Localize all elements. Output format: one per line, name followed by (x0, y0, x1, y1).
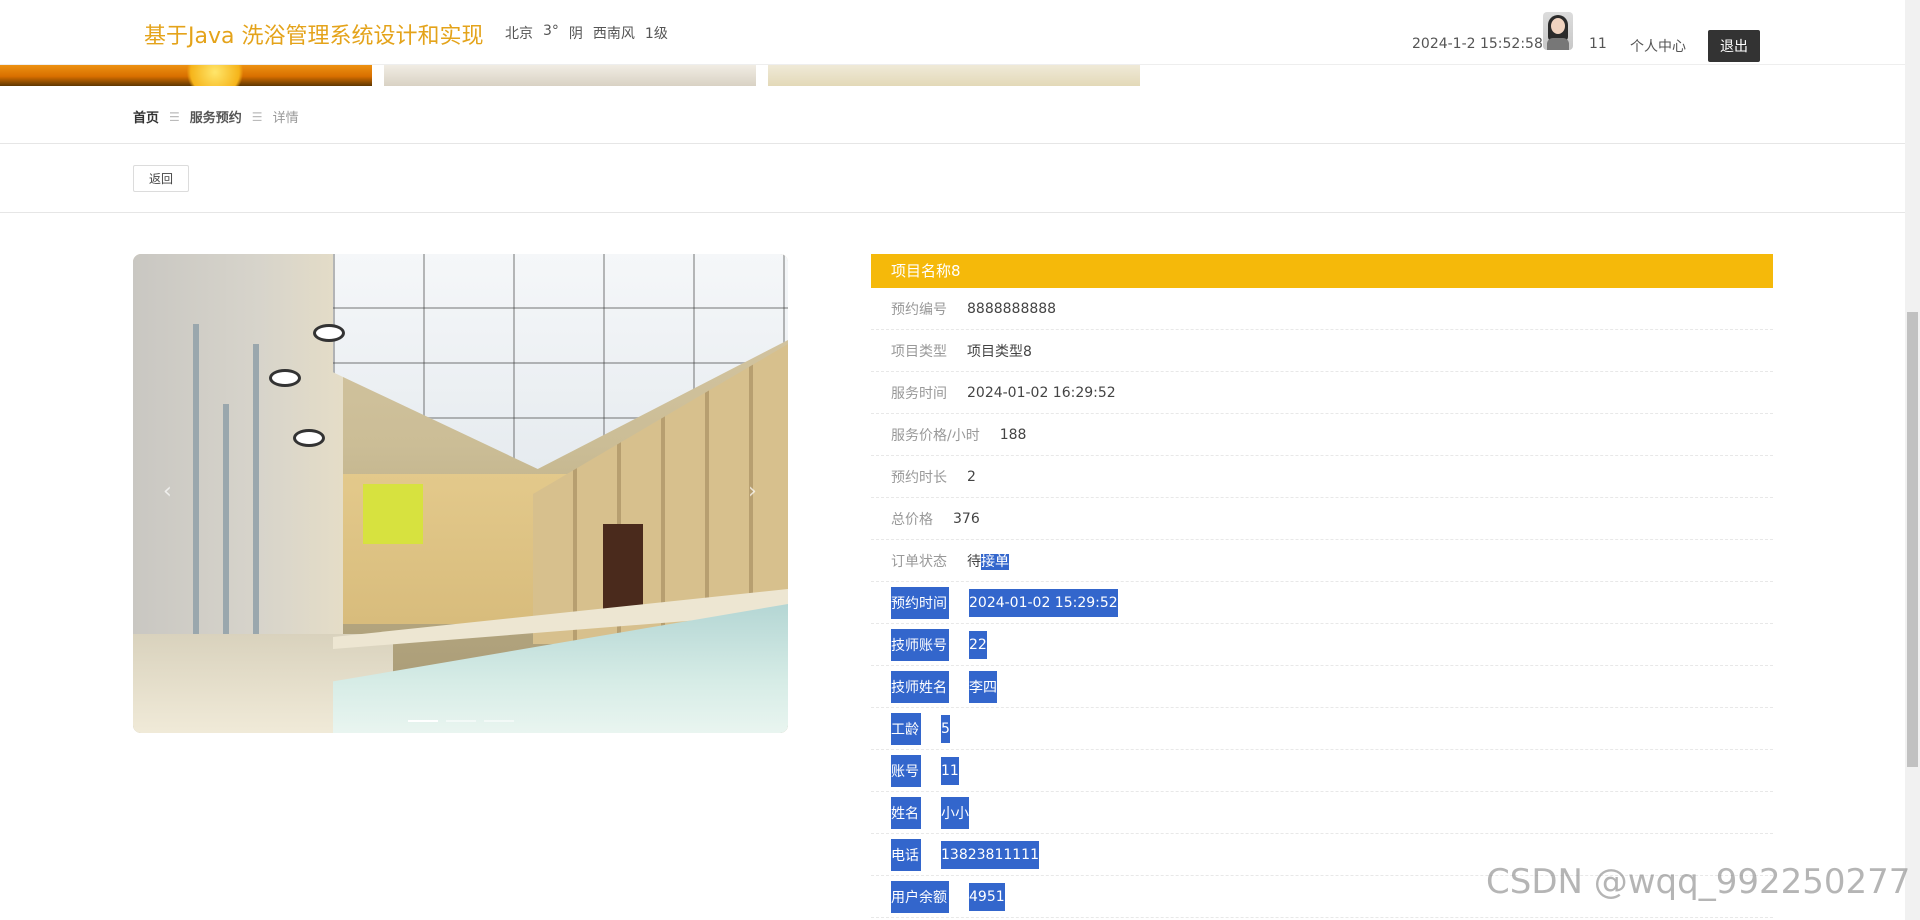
breadcrumb: 首页 ☰ 服务预约 ☰ 详情 (133, 107, 299, 127)
detail-row-duration: 预约时长 2 (871, 456, 1773, 498)
profile-link[interactable]: 个人中心 (1630, 36, 1686, 56)
carousel-dot[interactable] (408, 720, 438, 722)
site-title[interactable]: 基于Java 洗浴管理系统设计和实现 (144, 18, 483, 50)
weather-widget: 北京 3° 阴 西南风 1级 (505, 23, 668, 43)
breadcrumb-home[interactable]: 首页 (133, 107, 159, 126)
detail-label: 电话 (891, 838, 921, 871)
breadcrumb-section[interactable]: 服务预约 (190, 107, 242, 126)
logout-button[interactable]: 退出 (1708, 30, 1760, 62)
detail-value: 13823811111 (941, 840, 1039, 869)
detail-label: 工龄 (891, 712, 921, 745)
detail-value: 5 (941, 714, 950, 743)
scrollbar-thumb[interactable] (1907, 312, 1918, 767)
detail-value: 2 (967, 468, 976, 485)
weather-condition: 阴 (568, 26, 583, 42)
detail-row-name: 姓名 小小 (871, 792, 1773, 834)
detail-value: 188 (999, 426, 1027, 443)
breadcrumb-separator-icon: ☰ (251, 109, 263, 124)
carousel-indicators (408, 720, 514, 722)
detail-row-booking-time: 预约时间 2024-01-02 15:29:52 (871, 582, 1773, 624)
detail-row-order-status: 订单状态 待接单 (871, 540, 1773, 582)
username: 11 (1589, 36, 1607, 52)
breadcrumb-current: 详情 (272, 111, 299, 126)
banner-strip (0, 62, 1140, 86)
banner-image (384, 62, 756, 86)
divider (0, 143, 1905, 144)
detail-label: 预约时长 (891, 469, 947, 486)
carousel-dot[interactable] (484, 720, 514, 722)
detail-value: 项目类型8 (967, 343, 1032, 360)
detail-label: 技师姓名 (891, 670, 949, 703)
detail-row-hourly-price: 服务价格/小时 188 (871, 414, 1773, 456)
detail-value: 8888888888 (967, 300, 1057, 317)
item-title: 项目名称8 (871, 254, 1773, 288)
detail-list: 预约编号 8888888888 项目类型 项目类型8 服务时间 2024-01-… (871, 288, 1773, 918)
detail-label: 服务价格/小时 (891, 427, 980, 444)
detail-value: 22 (969, 630, 987, 659)
carousel-next-icon[interactable]: › (748, 479, 757, 504)
weather-level: 1级 (644, 26, 668, 42)
detail-row-booking-no: 预约编号 8888888888 (871, 288, 1773, 330)
bathhouse-photo (133, 254, 788, 733)
image-carousel[interactable]: ‹ › (133, 254, 788, 733)
weather-wind: 西南风 (592, 26, 635, 42)
detail-row-total-price: 总价格 376 (871, 498, 1773, 540)
carousel-prev-icon[interactable]: ‹ (163, 479, 172, 504)
top-header: 基于Java 洗浴管理系统设计和实现 北京 3° 阴 西南风 1级 2024-1… (0, 0, 1905, 65)
detail-label: 项目类型 (891, 343, 947, 360)
page-scrollbar[interactable] (1905, 0, 1920, 920)
detail-row-item-type: 项目类型 项目类型8 (871, 330, 1773, 372)
detail-value: 4951 (969, 882, 1005, 911)
detail-value: 2024-01-02 15:29:52 (969, 588, 1118, 617)
current-datetime: 2024-1-2 15:52:58 (1412, 36, 1543, 52)
detail-value: 11 (941, 756, 959, 785)
detail-value: 2024-01-02 16:29:52 (967, 384, 1116, 401)
weather-city: 北京 (505, 26, 533, 42)
detail-value: 待接单 (967, 553, 1009, 570)
banner-image (0, 62, 372, 86)
detail-label: 姓名 (891, 796, 921, 829)
detail-row-service-time: 服务时间 2024-01-02 16:29:52 (871, 372, 1773, 414)
detail-label: 技师账号 (891, 628, 949, 661)
banner-image (768, 62, 1140, 86)
detail-label: 账号 (891, 754, 921, 787)
detail-row-account: 账号 11 (871, 750, 1773, 792)
back-button[interactable]: 返回 (133, 165, 189, 192)
detail-label: 总价格 (891, 511, 933, 528)
detail-label: 预约时间 (891, 586, 949, 619)
detail-value: 李四 (969, 670, 997, 703)
detail-label: 服务时间 (891, 385, 947, 402)
carousel-dot[interactable] (446, 720, 476, 722)
detail-label: 用户余额 (891, 880, 949, 913)
detail-row-tech-name: 技师姓名 李四 (871, 666, 1773, 708)
watermark: CSDN @wqq_992250277 (1486, 862, 1911, 902)
user-avatar[interactable] (1543, 12, 1573, 50)
detail-label: 预约编号 (891, 301, 947, 318)
detail-label: 订单状态 (891, 553, 947, 570)
detail-value: 376 (953, 510, 980, 527)
divider (0, 212, 1905, 213)
detail-row-tech-account: 技师账号 22 (871, 624, 1773, 666)
detail-value: 小小 (941, 796, 969, 829)
breadcrumb-separator-icon: ☰ (169, 109, 180, 124)
detail-row-seniority: 工龄 5 (871, 708, 1773, 750)
weather-temp: 3° (543, 23, 559, 39)
